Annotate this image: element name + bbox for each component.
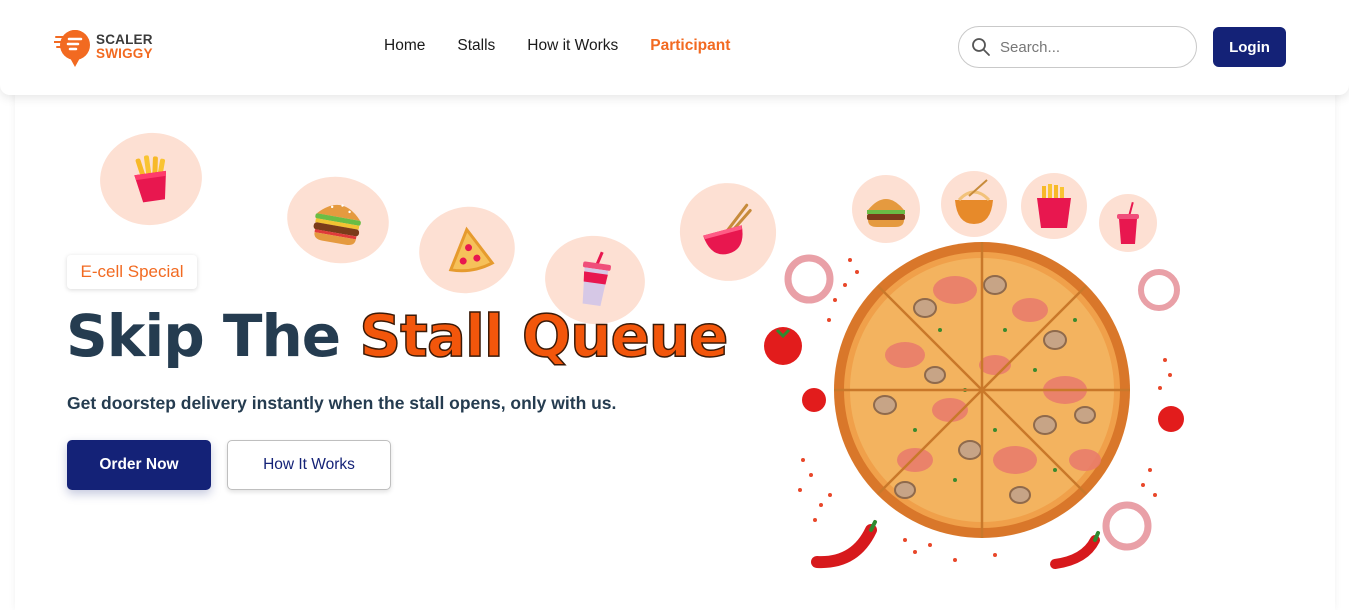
search-icon (972, 38, 990, 56)
brand-name-line2: SWIGGY (96, 46, 153, 61)
search-box[interactable] (958, 26, 1197, 68)
brand-name-line1: SCALER (96, 32, 153, 47)
brand-logo[interactable]: SCALER SWIGGY (54, 25, 164, 69)
small-food-icons (852, 171, 1157, 252)
search-input[interactable] (1000, 38, 1180, 56)
how-it-works-button[interactable]: How It Works (227, 440, 391, 490)
top-navbar: SCALER SWIGGY Home Stalls How it Works P… (0, 0, 1349, 95)
headline-accent-part: Stall Queue (359, 301, 730, 371)
nav-menu: Home Stalls How it Works Participant (384, 37, 762, 59)
pizza-illustration (764, 171, 1184, 569)
order-now-button[interactable]: Order Now (67, 440, 211, 490)
burger-icon (313, 204, 361, 245)
nav-item-how-it-works[interactable]: How it Works (527, 37, 618, 59)
nav-item-stalls[interactable]: Stalls (457, 37, 495, 59)
headline-dark-part: Skip The (66, 302, 360, 370)
nav-item-home[interactable]: Home (384, 37, 425, 59)
login-button[interactable]: Login (1213, 27, 1286, 67)
noodle-bowl-icon (703, 203, 752, 255)
hero-subtext: Get doorstep delivery instantly when the… (67, 393, 617, 413)
hero-headline: Skip The Stall Queue (66, 301, 730, 371)
e-cell-special-badge: E-cell Special (67, 255, 197, 289)
pizza-slice-icon (448, 226, 495, 273)
fries-icon (134, 155, 167, 203)
pizza (834, 242, 1130, 538)
nav-item-participant[interactable]: Participant (650, 37, 730, 59)
logo-icon (54, 30, 90, 67)
